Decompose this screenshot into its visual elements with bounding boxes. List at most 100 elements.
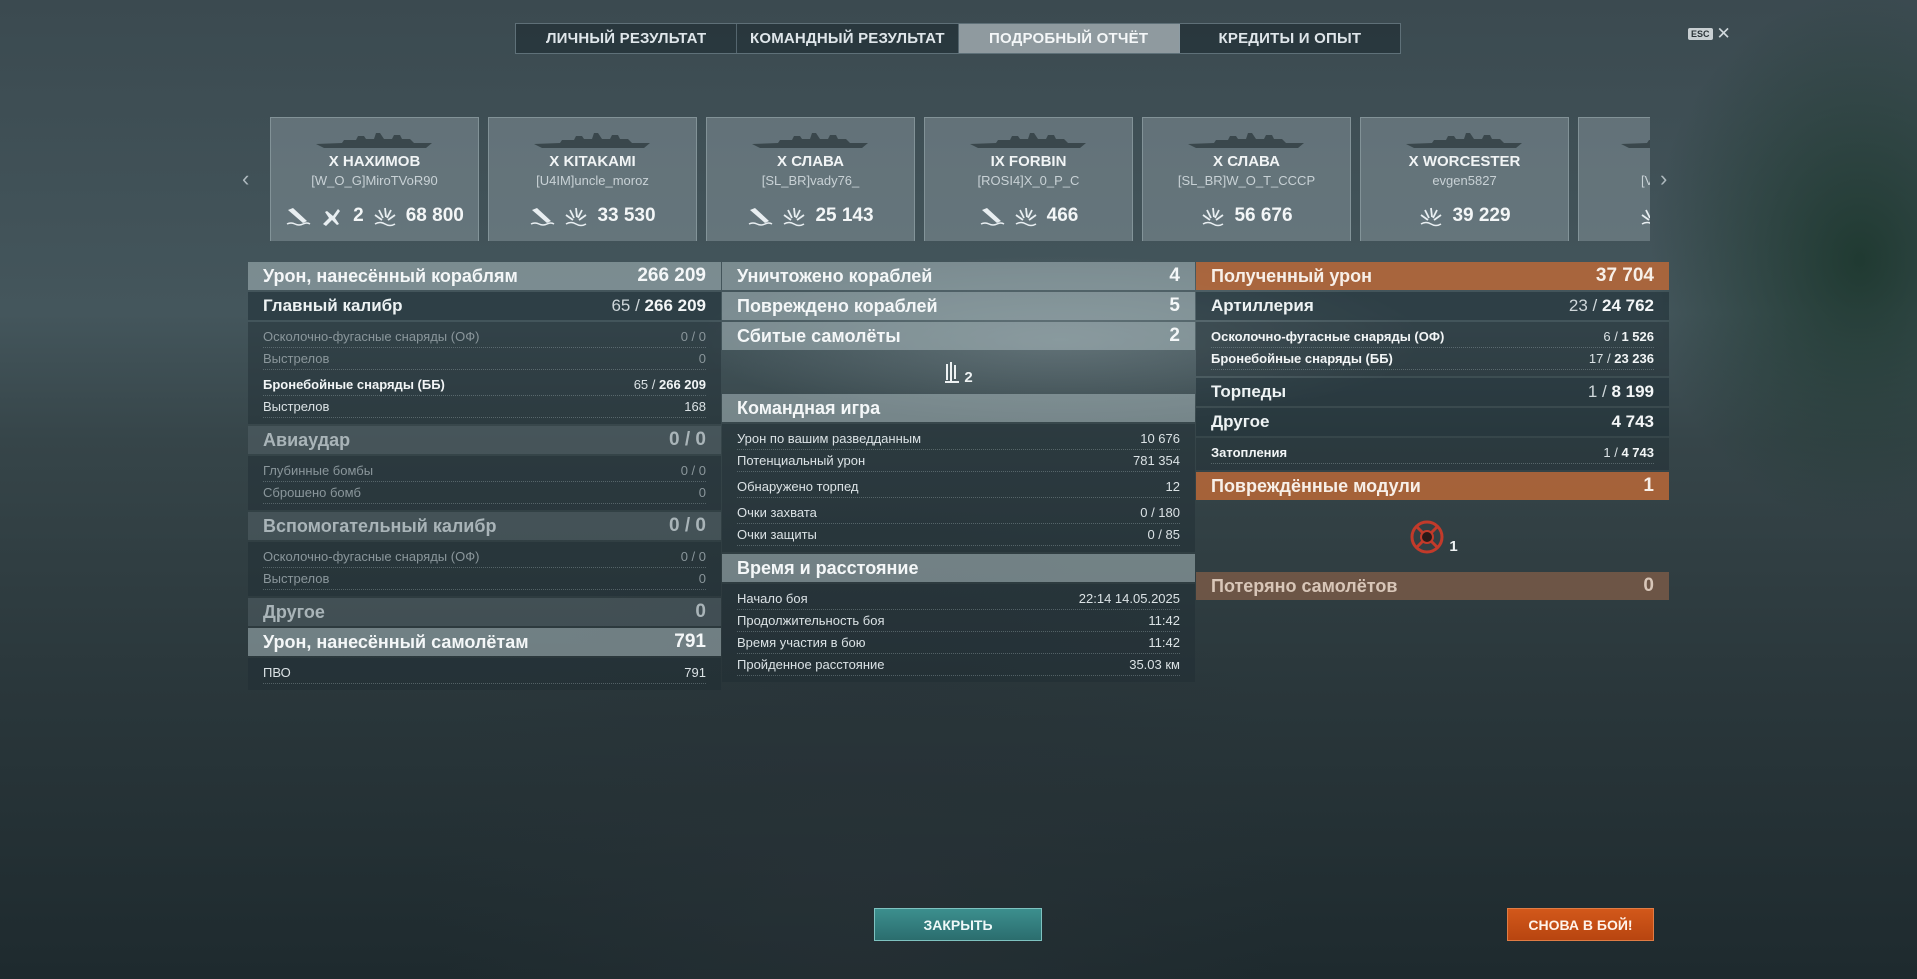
ship-stats: 2 68 800 [271,204,478,228]
damage-value: 68 800 [405,205,464,226]
ship-silhouette-icon [1186,130,1306,152]
planes-shot-header: Сбитые самолёты 2 [722,322,1195,350]
plane-icon [945,362,960,383]
dealt-damage-column: Урон, нанесённый кораблям 266 209 Главны… [248,262,721,692]
player-name: [U4IM]uncle_moroz [536,173,649,188]
artillery-row: Артиллерия 23 / 24 762 [1196,292,1669,320]
ship-name: IX FORBIN [990,153,1067,170]
ship-card[interactable]: IX FORBIN [ROSI4]X_0_P_C 466 [924,117,1133,241]
planes-lost-header: Потеряно самолётов 0 [1196,572,1669,600]
ship-card[interactable]: X НАХИМОВ [W_O_G]MiroTVoR90 2 68 800 [270,117,479,241]
damage-value: 39 229 [1452,205,1511,226]
player-name: [W_O_G]MiroTVoR90 [311,173,438,188]
ship-silhouette-icon [750,130,870,152]
airstrike-details: Глубинные бомбы 0 / 0 Сброшено бомб 0 [248,456,721,510]
ship-damage-header: Урон, нанесённый кораблям 266 209 [248,262,721,290]
secondary-he-row: Осколочно-фугасные снаряды (ОФ) 0 / 0 [263,546,706,568]
capture-points-row: Очки захвата 0 / 180 [737,502,1180,524]
ship-silhouette-icon [314,130,434,152]
close-icon: ✕ [1716,24,1731,43]
main-battery-row: Главный калибр 65 / 266 209 [248,292,721,320]
team-play-header: Командная игра [722,394,1195,422]
depth-charges-row: Глубинные бомбы 0 / 0 [263,460,706,482]
player-name: [SL_BR]vady76_ [761,173,860,188]
close-button[interactable]: ЗАКРЫТЬ [874,908,1042,941]
damage-icon [372,204,398,228]
destroyed-header: Уничтожено кораблей 4 [722,262,1195,290]
tab-label: ЛИЧНЫЙ РЕЗУЛЬТАТ [545,30,707,47]
carousel-next-icon[interactable]: › [1660,166,1667,192]
damage-icon [781,204,807,228]
damage-icon [1418,204,1444,228]
row-label: Главный калибр [263,296,403,315]
damage-icon [563,204,589,228]
ap-shells-row: Бронебойные снаряды (ББ) 65 / 266 209 [263,374,706,396]
tab-personal-result[interactable]: ЛИЧНЫЙ РЕЗУЛЬТАТ [516,24,738,53]
defense-points-row: Очки защиты 0 / 85 [737,524,1180,546]
ship-card[interactable]: X СЛАВА [SL_BR]vady76_ 25 143 [706,117,915,241]
player-name: [ROSI4]X_0_P_C [977,173,1080,188]
received-damage-header: Полученный урон 37 704 [1196,262,1669,290]
tab-detailed-report[interactable]: ПОДРОБНЫЙ ОТЧЁТ [958,24,1180,53]
plane-damage-header: Урон, нанесённый самолётам 791 [248,628,721,656]
secondary-details: Осколочно-фугасные снаряды (ОФ) 0 / 0 Выс… [248,542,721,596]
header-value: 266 209 [637,265,706,286]
damage-value: 25 143 [815,205,874,226]
secondary-shots-row: Выстрелов 0 [263,568,706,590]
flooding-details: Затопления 1 / 4 743 [1196,438,1669,470]
ship-name: X СЛАВА [777,153,844,170]
team-play-details: Урон по вашим разведданным 10 676 Потенци… [722,424,1195,552]
ship-card[interactable]: [V [1578,117,1650,241]
ship-stats: 466 [925,204,1132,228]
spotting-damage-row: Урон по вашим разведданным 10 676 [737,428,1180,450]
main-battery-details: Осколочно-фугасные снаряды (ОФ) 0 / 0 Выс… [248,322,721,424]
damaged-modules-header: Повреждённые модули 1 [1196,472,1669,500]
sunk-icon [747,204,773,228]
other-received-row: Другое 4 743 [1196,408,1669,436]
damaged-modules-summary: 1 [1196,502,1669,572]
artillery-details: Осколочно-фугасные снаряды (ОФ) 6 / 1 526… [1196,322,1669,376]
other-header: Другое 0 [248,598,721,626]
ap-shots-row: Выстрелов 168 [263,396,706,418]
row-value: 65 / 266 209 [611,296,706,315]
ship-card[interactable]: X WORCESTER evgen5827 39 229 [1360,117,1569,241]
damage-value: 466 [1046,205,1079,226]
planes-shot-count: 2 [964,368,973,386]
battle-duration-row: Продолжительность боя 11:42 [737,610,1180,632]
ship-card[interactable]: X СЛАВА [SL_BR]W_O_T_CCCP 56 676 [1142,117,1351,241]
tab-credits-xp[interactable]: КРЕДИТЫ И ОПЫТ [1180,24,1400,53]
player-name: [V [1641,173,1650,188]
ship-silhouette-icon [1404,130,1524,152]
ship-stats [1639,204,1650,228]
ship-name: X KITAKAMI [549,153,636,170]
tab-team-result[interactable]: КОМАНДНЫЙ РЕЗУЛЬТАТ [737,24,959,53]
battle-start-row: Начало боя 22:14 14.05.2025 [737,588,1180,610]
ship-stats: 56 676 [1143,204,1350,228]
aa-row: ПВО 791 [263,662,706,684]
ship-name: X НАХИМОВ [328,153,421,170]
carousel-prev-icon[interactable]: ‹ [242,166,249,192]
ship-silhouette-icon [968,130,1088,152]
received-he-row: Осколочно-фугасные снаряды (ОФ) 6 / 1 526 [1211,326,1654,348]
damage-icon [1200,204,1226,228]
bombs-dropped-row: Сброшено бомб 0 [263,482,706,504]
ship-card[interactable]: X KITAKAMI [U4IM]uncle_moroz 33 530 [488,117,697,241]
ship-name: X СЛАВА [1213,153,1280,170]
damage-value: 33 530 [597,205,656,226]
ship-silhouette-icon [532,130,652,152]
tab-label: ПОДРОБНЫЙ ОТЧЁТ [989,30,1149,47]
potential-damage-row: Потенциальный урон 781 354 [737,450,1180,472]
tab-bar: ЛИЧНЫЙ РЕЗУЛЬТАТ КОМАНДНЫЙ РЕЗУЛЬТАТ ПОД… [515,23,1401,54]
secondary-header: Вспомогательный калибр 0 / 0 [248,512,721,540]
close-window-button[interactable]: ESC ✕ [1688,24,1731,43]
damaged-header: Повреждено кораблей 5 [722,292,1195,320]
team-stats-column: Уничтожено кораблей 4 Повреждено кораблей… [722,262,1195,684]
time-distance-details: Начало боя 22:14 14.05.2025 Продолжительн… [722,584,1195,682]
flooding-row: Затопления 1 / 4 743 [1211,442,1654,464]
sunk-icon [529,204,555,228]
ship-stats: 33 530 [489,204,696,228]
plane-shot-icon [319,204,345,228]
distance-row: Пройденное расстояние 35.03 км [737,654,1180,676]
player-name: evgen5827 [1432,173,1497,188]
battle-again-button[interactable]: СНОВА В БОЙ! [1507,908,1654,941]
